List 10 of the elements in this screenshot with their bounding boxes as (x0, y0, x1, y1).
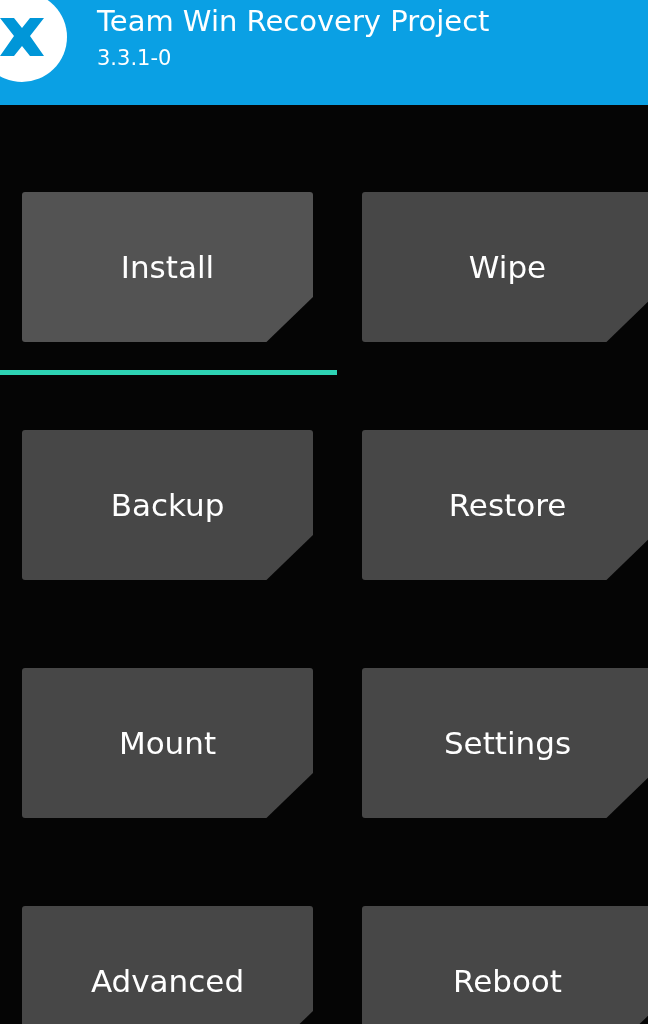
menu-button[interactable]: Backup (22, 430, 313, 580)
app-title: Team Win Recovery Project (97, 3, 490, 40)
menu-button[interactable]: Mount (22, 668, 313, 818)
version-label: 3.3.1-0 (97, 45, 173, 72)
menu-button[interactable]: Advanced (22, 906, 313, 1024)
menu-button[interactable]: Reboot (362, 906, 648, 1024)
menu-button[interactable]: Install (22, 192, 313, 342)
menu-button[interactable]: Restore (362, 430, 648, 580)
menu-button[interactable]: Settings (362, 668, 648, 818)
menu-button[interactable]: Wipe (362, 192, 648, 342)
